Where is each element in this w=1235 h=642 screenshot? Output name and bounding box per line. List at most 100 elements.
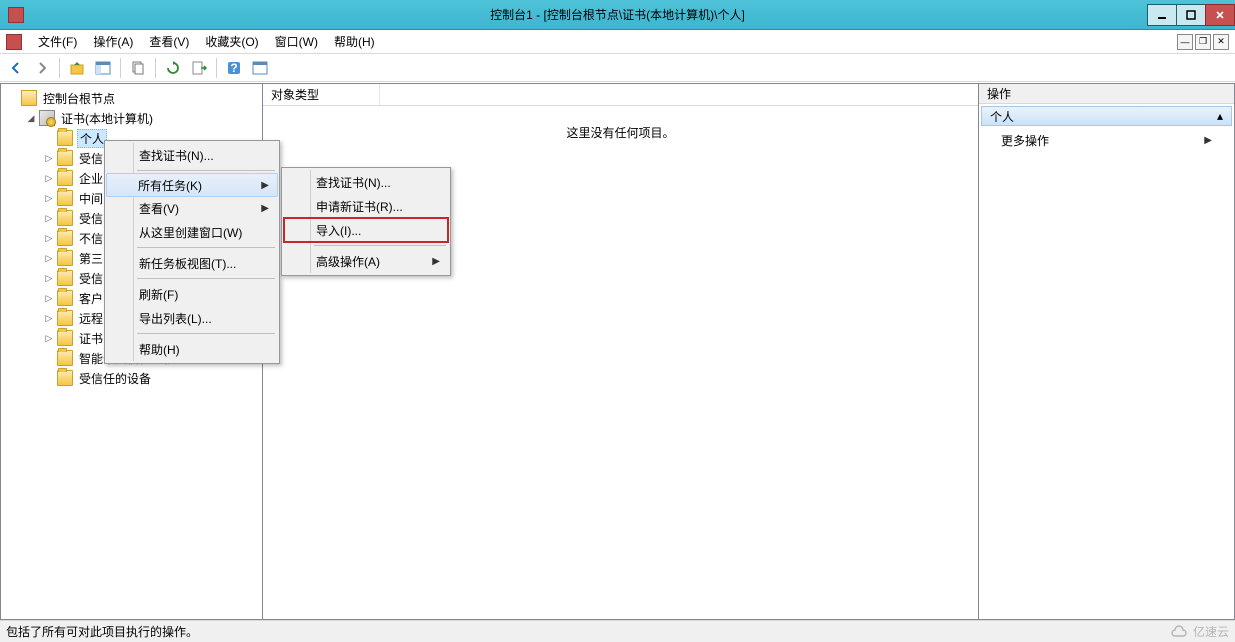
- toolbar: ?: [0, 54, 1235, 82]
- expander-icon[interactable]: ▷: [43, 232, 55, 244]
- folder-icon: [57, 370, 73, 386]
- context-separator: [137, 278, 275, 279]
- folder-icon: [57, 230, 73, 246]
- tree-label: 受信任的设备: [77, 370, 153, 387]
- expander-icon[interactable]: ▷: [43, 192, 55, 204]
- actions-pane: 操作 个人 ▴ 更多操作 ▶: [979, 83, 1235, 620]
- context-item[interactable]: 查找证书(N)...: [107, 143, 277, 167]
- tree-label: 企业: [77, 170, 105, 187]
- maximize-button[interactable]: [1176, 4, 1206, 26]
- expander-icon[interactable]: ◢: [25, 112, 37, 124]
- folder-icon: [57, 350, 73, 366]
- folder-icon: [57, 170, 73, 186]
- tree-node[interactable]: 受信任的设备: [39, 368, 260, 388]
- folder-icon: [57, 290, 73, 306]
- context-item[interactable]: 刷新(F): [107, 282, 277, 306]
- menu-view[interactable]: 查看(V): [141, 29, 197, 54]
- menu-window[interactable]: 窗口(W): [267, 29, 326, 54]
- expander-icon[interactable]: ▷: [43, 172, 55, 184]
- toolbar-separator: [120, 58, 121, 78]
- tree-label: 个人: [77, 129, 107, 148]
- status-text: 包括了所有可对此项目执行的操作。: [6, 623, 198, 640]
- close-button[interactable]: [1205, 4, 1235, 26]
- menu-action[interactable]: 操作(A): [85, 29, 141, 54]
- context-item-label: 导出列表(L)...: [139, 310, 212, 327]
- context-item-label: 高级操作(A): [316, 253, 380, 270]
- console-root-icon: [21, 90, 37, 106]
- export-button[interactable]: [187, 56, 211, 80]
- options-button[interactable]: [248, 56, 272, 80]
- tree-label: 远程: [77, 310, 105, 327]
- context-item-label: 导入(I)...: [316, 222, 361, 239]
- tree-root[interactable]: 控制台根节点: [3, 88, 260, 108]
- window-controls: [1148, 4, 1235, 26]
- chevron-right-icon: ▶: [432, 256, 440, 267]
- actions-section-personal[interactable]: 个人 ▴: [981, 106, 1232, 126]
- folder-icon: [57, 270, 73, 286]
- help-button[interactable]: ?: [222, 56, 246, 80]
- back-button[interactable]: [4, 56, 28, 80]
- chevron-right-icon: ▶: [261, 203, 269, 214]
- context-item-label: 帮助(H): [139, 341, 180, 358]
- expander-icon[interactable]: ▷: [43, 152, 55, 164]
- expander-icon[interactable]: ▷: [43, 332, 55, 344]
- expander-icon[interactable]: ▷: [43, 292, 55, 304]
- copy-button[interactable]: [126, 56, 150, 80]
- context-item[interactable]: 高级操作(A) ▶: [284, 249, 448, 273]
- context-item[interactable]: 申请新证书(R)...: [284, 194, 448, 218]
- context-item-label: 刷新(F): [139, 286, 178, 303]
- folder-icon: [57, 130, 73, 146]
- toolbar-separator: [155, 58, 156, 78]
- tree-label: 客户: [77, 290, 105, 307]
- actions-more[interactable]: 更多操作 ▶: [979, 128, 1234, 153]
- menu-file[interactable]: 文件(F): [30, 29, 85, 54]
- expander-icon[interactable]: ▷: [43, 212, 55, 224]
- tree-cert-root[interactable]: ◢ 证书(本地计算机): [21, 108, 260, 128]
- column-header-object-type[interactable]: 对象类型: [271, 84, 380, 105]
- menu-help[interactable]: 帮助(H): [326, 29, 383, 54]
- context-item[interactable]: 查看(V)▶: [107, 196, 277, 220]
- watermark-text: 亿速云: [1193, 623, 1229, 640]
- context-item[interactable]: 导出列表(L)...: [107, 306, 277, 330]
- mdi-buttons: — ❐ ✕: [1175, 34, 1229, 50]
- expander-icon[interactable]: ▷: [43, 312, 55, 324]
- context-item[interactable]: 从这里创建窗口(W): [107, 220, 277, 244]
- context-item-import[interactable]: 导入(I)...: [284, 218, 448, 242]
- mdi-minimize[interactable]: —: [1177, 34, 1193, 50]
- context-item-label: 查找证书(N)...: [139, 147, 214, 164]
- titlebar: 控制台1 - [控制台根节点\证书(本地计算机)\个人]: [0, 0, 1235, 30]
- window-title: 控制台1 - [控制台根节点\证书(本地计算机)\个人]: [490, 6, 745, 23]
- context-item-label: 从这里创建窗口(W): [139, 224, 242, 241]
- mdi-restore[interactable]: ❐: [1195, 34, 1211, 50]
- tree-label: 受信: [77, 150, 105, 167]
- menu-favorites[interactable]: 收藏夹(O): [197, 29, 266, 54]
- context-submenu-all-tasks: 查找证书(N)...申请新证书(R)... 导入(I)... 高级操作(A) ▶: [281, 167, 451, 276]
- expander-icon[interactable]: [43, 132, 55, 144]
- context-item-label: 新任务板视图(T)...: [139, 255, 236, 272]
- context-item[interactable]: 帮助(H): [107, 337, 277, 361]
- tree-label: 第三: [77, 250, 105, 267]
- app-icon-small: [6, 34, 22, 50]
- folder-icon: [57, 190, 73, 206]
- folder-icon: [57, 310, 73, 326]
- show-hide-tree-button[interactable]: [91, 56, 115, 80]
- context-item[interactable]: 所有任务(K)▶: [106, 173, 278, 197]
- context-item[interactable]: 新任务板视图(T)...: [107, 251, 277, 275]
- mdi-close[interactable]: ✕: [1213, 34, 1229, 50]
- expander-icon[interactable]: [43, 372, 55, 384]
- expander-icon[interactable]: ▷: [43, 252, 55, 264]
- expander-icon[interactable]: ▷: [43, 272, 55, 284]
- cloud-icon: [1169, 625, 1189, 639]
- actions-header: 操作: [979, 84, 1234, 104]
- refresh-button[interactable]: [161, 56, 185, 80]
- forward-button[interactable]: [30, 56, 54, 80]
- expander-icon[interactable]: [43, 352, 55, 364]
- empty-text: 这里没有任何项目。: [566, 124, 674, 141]
- context-separator: [137, 333, 275, 334]
- minimize-button[interactable]: [1147, 4, 1177, 26]
- folder-icon: [57, 210, 73, 226]
- collapse-icon: ▴: [1217, 109, 1223, 123]
- up-button[interactable]: [65, 56, 89, 80]
- context-item[interactable]: 查找证书(N)...: [284, 170, 448, 194]
- expander-icon[interactable]: [7, 92, 19, 104]
